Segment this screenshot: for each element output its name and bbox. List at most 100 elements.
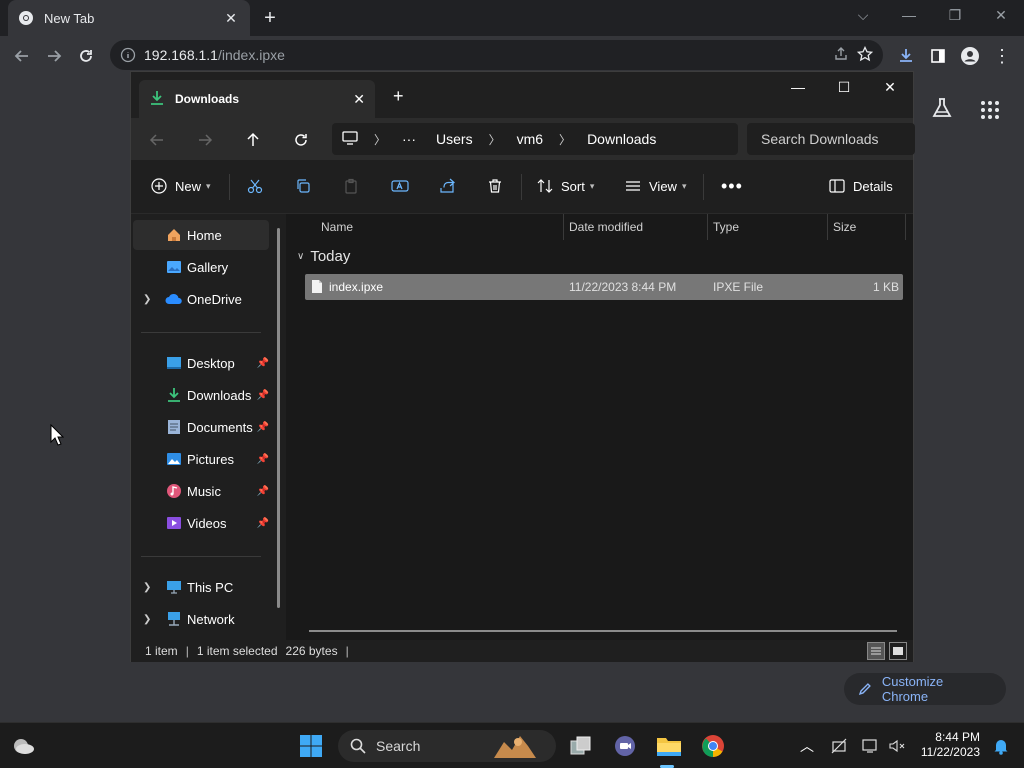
sidebar-scrollbar[interactable]: [277, 228, 280, 608]
tray-network-icon[interactable]: [824, 731, 854, 761]
delete-button[interactable]: [487, 172, 503, 200]
column-header-type[interactable]: Type: [707, 214, 827, 240]
downloads-icon[interactable]: [890, 40, 922, 72]
browser-tab-new-tab[interactable]: New Tab ✕: [8, 0, 250, 36]
sidebar-item-label: Pictures: [187, 451, 234, 467]
refresh-icon[interactable]: [287, 126, 315, 154]
task-view-icon[interactable]: [566, 731, 596, 761]
new-button[interactable]: New ▾: [151, 172, 211, 200]
pencil-icon: [858, 683, 871, 696]
pin-icon[interactable]: 📌: [257, 390, 269, 401]
customize-chrome-button[interactable]: Customize Chrome: [844, 673, 1006, 705]
explorer-tab-downloads[interactable]: Downloads ✕: [139, 80, 375, 118]
rename-button[interactable]: [391, 172, 409, 200]
pin-icon[interactable]: 📌: [257, 518, 269, 529]
bookmark-star-icon[interactable]: [856, 45, 874, 65]
sidebar-item-this-pc[interactable]: ❯ This PC: [133, 572, 269, 602]
close-window-icon[interactable]: ✕: [867, 72, 913, 102]
reload-icon[interactable]: [70, 40, 102, 72]
maximize-icon[interactable]: ☐: [821, 72, 867, 102]
pin-icon[interactable]: 📌: [257, 454, 269, 465]
info-icon[interactable]: [120, 47, 136, 63]
labs-flask-icon[interactable]: [930, 96, 954, 123]
ellipsis-crumb[interactable]: ···: [392, 131, 426, 147]
view-button[interactable]: View ▾: [625, 172, 686, 200]
minimize-icon[interactable]: —: [775, 72, 821, 102]
pin-icon[interactable]: 📌: [257, 358, 269, 369]
sidebar-item-music[interactable]: Music 📌: [133, 476, 269, 506]
chrome-taskbar-icon[interactable]: [698, 731, 728, 761]
close-tab-icon[interactable]: ✕: [222, 9, 240, 27]
item-count: 1 item: [145, 644, 178, 658]
address-bar[interactable]: 192.168.1.1/index.ipxe: [110, 40, 883, 70]
details-view-icon[interactable]: [867, 642, 885, 660]
weather-widget-icon[interactable]: [8, 731, 38, 761]
taskbar-clock[interactable]: 8:44 PM 11/22/2023: [908, 730, 980, 760]
column-header-size[interactable]: Size: [827, 214, 905, 240]
sidebar-item-desktop[interactable]: Desktop 📌: [133, 348, 269, 378]
forward-icon[interactable]: [38, 40, 70, 72]
details-button[interactable]: Details: [829, 172, 893, 200]
paste-button[interactable]: [343, 172, 359, 200]
sidebar-item-network[interactable]: ❯ Network: [133, 604, 269, 634]
file-explorer-folder-icon[interactable]: [654, 731, 684, 761]
large-icons-view-icon[interactable]: [889, 642, 907, 660]
profile-avatar-icon[interactable]: [954, 40, 986, 72]
breadcrumb-vm6[interactable]: vm6: [507, 131, 553, 147]
back-icon[interactable]: [143, 126, 171, 154]
chevron-right-icon[interactable]: 〉: [553, 131, 577, 148]
google-apps-icon[interactable]: [980, 100, 1000, 123]
sidebar-item-downloads[interactable]: Downloads 📌: [133, 380, 269, 410]
chevron-right-icon[interactable]: 〉: [368, 131, 392, 148]
sidebar-item-documents[interactable]: Documents 📌: [133, 412, 269, 442]
sidebar-item-onedrive[interactable]: ❯ OneDrive: [133, 284, 269, 314]
sidebar-item-pictures[interactable]: Pictures 📌: [133, 444, 269, 474]
table-row[interactable]: index.ipxe 11/22/2023 8:44 PM IPXE File …: [305, 274, 903, 300]
share-icon[interactable]: [833, 46, 849, 65]
back-icon[interactable]: [6, 40, 38, 72]
windows-start-icon[interactable]: [296, 731, 326, 761]
pin-icon[interactable]: 📌: [257, 422, 269, 433]
column-divider[interactable]: [905, 214, 906, 240]
chevron-right-icon[interactable]: ❯: [143, 614, 157, 625]
monitor-icon[interactable]: [342, 130, 358, 148]
tray-chevron-up-icon[interactable]: ︿: [792, 731, 822, 761]
group-header-today[interactable]: ∨ Today: [297, 248, 350, 265]
column-header-date-modified[interactable]: Date modified: [563, 214, 707, 240]
sort-button[interactable]: Sort ▾: [537, 172, 594, 200]
chevron-right-icon[interactable]: 〉: [483, 131, 507, 148]
taskbar-search[interactable]: Search: [338, 730, 556, 762]
share-button[interactable]: [439, 172, 455, 200]
chevron-right-icon[interactable]: ❯: [143, 582, 157, 593]
file-type: IPXE File: [713, 280, 764, 294]
notification-bell-icon[interactable]: [986, 731, 1016, 761]
sidebar-item-gallery[interactable]: Gallery: [133, 252, 269, 282]
teams-chat-icon[interactable]: [610, 731, 640, 761]
cut-button[interactable]: [247, 172, 263, 200]
pin-icon[interactable]: 📌: [257, 486, 269, 497]
restore-icon[interactable]: ❐: [932, 0, 978, 30]
breadcrumb-users[interactable]: Users: [426, 131, 483, 147]
chevron-right-icon[interactable]: ❯: [143, 294, 157, 305]
minimize-icon[interactable]: —: [886, 0, 932, 30]
chevron-down-icon[interactable]: ∨: [297, 251, 304, 262]
explorer-address-bar[interactable]: 〉 ··· Users 〉 vm6 〉 Downloads: [332, 123, 738, 155]
trash-icon: [489, 179, 501, 193]
column-header-name[interactable]: Name: [315, 214, 561, 240]
search-input[interactable]: Search Downloads: [747, 123, 915, 155]
horizontal-scrollbar[interactable]: [309, 630, 897, 632]
forward-icon[interactable]: [191, 126, 219, 154]
new-tab-button[interactable]: +: [258, 6, 282, 30]
tab-search-icon[interactable]: ⌵: [840, 0, 886, 30]
sidebar-item-videos[interactable]: Videos 📌: [133, 508, 269, 538]
menu-kebab-icon[interactable]: ⋮: [986, 40, 1018, 72]
close-tab-icon[interactable]: ✕: [353, 91, 365, 108]
up-arrow-icon[interactable]: [239, 126, 267, 154]
more-options-icon[interactable]: •••: [721, 172, 743, 200]
copy-button[interactable]: [295, 172, 311, 200]
breadcrumb-downloads[interactable]: Downloads: [577, 131, 666, 147]
sidebar-item-home[interactable]: Home: [133, 220, 269, 250]
side-panel-icon[interactable]: [922, 40, 954, 72]
close-window-icon[interactable]: ✕: [978, 0, 1024, 30]
new-tab-button[interactable]: +: [393, 86, 404, 107]
